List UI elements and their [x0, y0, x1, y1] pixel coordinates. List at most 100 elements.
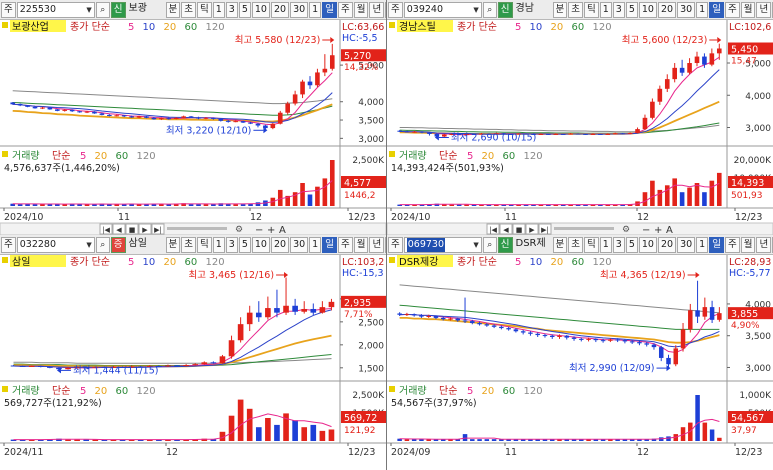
interval-button[interactable]: 1 — [599, 236, 612, 253]
period-button[interactable]: 초 — [568, 1, 583, 18]
zoom-slider[interactable] — [167, 227, 227, 230]
interval-button[interactable]: 30 — [677, 236, 696, 253]
candle-body — [237, 324, 244, 341]
legend-stock-name: DSR제강 — [399, 256, 438, 268]
interval-button[interactable]: 1 — [309, 1, 322, 18]
interval-button[interactable]: 30 — [290, 1, 309, 18]
interval-button[interactable]: 10 — [251, 236, 270, 253]
interval-button[interactable]: 20 — [657, 1, 677, 18]
stock-code-input[interactable]: 069730 ▼ — [403, 236, 482, 253]
y-tick-label: 3,000 — [745, 364, 771, 374]
period-button[interactable]: 초 — [568, 236, 583, 253]
stock-type-select[interactable]: 주 — [388, 1, 403, 18]
period-button[interactable]: 년 — [756, 1, 772, 18]
interval-button[interactable]: 1 — [212, 236, 225, 253]
zoom-slider[interactable] — [554, 227, 614, 230]
period-button[interactable]: 년 — [369, 236, 385, 253]
chevron-down-icon[interactable]: ▼ — [473, 238, 478, 252]
interval-button[interactable]: 20 — [270, 1, 290, 18]
interval-button[interactable]: 3 — [225, 1, 238, 18]
interval-button[interactable]: 3 — [612, 1, 625, 18]
x-tick-label: 12 — [250, 212, 262, 223]
chevron-down-icon[interactable]: ▼ — [473, 3, 478, 17]
chevron-right-icon[interactable]: > — [385, 1, 386, 18]
interval-button[interactable]: 30 — [290, 236, 309, 253]
candle-body — [657, 88, 663, 102]
interval-button[interactable]: 30 — [677, 1, 696, 18]
period-button[interactable]: 월 — [740, 236, 756, 253]
period-button[interactable]: 월 — [740, 1, 756, 18]
candle — [285, 101, 290, 115]
period-button[interactable]: 월 — [353, 1, 369, 18]
period-button[interactable]: 분 — [165, 236, 181, 253]
volume-value-label: 4,576,637주(1,446,20%) — [4, 163, 120, 174]
candle-body — [687, 63, 692, 73]
interval-button[interactable]: 5 — [625, 1, 638, 18]
candle-body — [225, 120, 231, 122]
period-button[interactable]: 초 — [181, 1, 196, 18]
search-icon[interactable]: ⌕ — [482, 236, 497, 253]
candle-body — [568, 133, 573, 135]
interval-button[interactable]: 1 — [212, 1, 225, 18]
high-price-label: 최고 3,465 (12/16) — [189, 270, 275, 281]
period-button[interactable]: 틱 — [197, 236, 212, 253]
interval-button[interactable]: 20 — [270, 236, 290, 253]
search-icon[interactable]: ⌕ — [95, 1, 110, 18]
stock-type-select[interactable]: 주 — [1, 1, 16, 18]
interval-button[interactable]: 5 — [238, 1, 251, 18]
stock-type-select[interactable]: 주 — [388, 236, 403, 253]
period-day-button[interactable]: 일 — [709, 236, 724, 253]
period-button[interactable]: 틱 — [584, 1, 599, 18]
interval-button[interactable]: 5 — [625, 236, 638, 253]
period-button[interactable]: 틱 — [197, 1, 212, 18]
legend-marker — [389, 386, 395, 392]
period-button[interactable]: 분 — [552, 236, 568, 253]
period-button[interactable]: 틱 — [584, 236, 599, 253]
period-button[interactable]: 분 — [552, 1, 568, 18]
period-day-button[interactable]: 일 — [709, 1, 724, 18]
period-button[interactable]: 주 — [337, 236, 353, 253]
volume-legend-ma: 20 — [95, 151, 108, 162]
interval-button[interactable]: 5 — [238, 236, 251, 253]
candle-body — [174, 365, 180, 367]
stock-code-input[interactable]: 032280 ▼ — [16, 236, 95, 253]
period-button[interactable]: 년 — [369, 1, 385, 18]
candle-body — [717, 313, 722, 320]
period-button[interactable]: 주 — [724, 1, 740, 18]
interval-button[interactable]: 1 — [696, 1, 709, 18]
low-price-label: 최저 3,220 (12/10) — [166, 125, 252, 136]
period-day-button[interactable]: 일 — [322, 1, 337, 18]
period-button[interactable]: 분 — [165, 1, 181, 18]
interval-button[interactable]: 1 — [599, 1, 612, 18]
interval-button[interactable]: 10 — [638, 236, 657, 253]
period-button[interactable]: 주 — [337, 1, 353, 18]
legend-ma-period: 60 — [572, 257, 585, 268]
search-icon[interactable]: ⌕ — [95, 236, 110, 253]
y-tick-label: 3,000 — [358, 135, 384, 145]
interval-button[interactable]: 20 — [657, 236, 677, 253]
search-icon[interactable]: ⌕ — [482, 1, 497, 18]
candle-body — [608, 339, 613, 341]
chevron-down-icon[interactable]: ▼ — [86, 238, 91, 252]
chevron-right-icon[interactable]: > — [385, 236, 386, 253]
period-button[interactable]: 주 — [724, 236, 740, 253]
period-button[interactable]: 년 — [756, 236, 772, 253]
period-button[interactable]: 월 — [353, 236, 369, 253]
chart-scrollbar[interactable]: |◀ ◀ ■ ▶ ▶| ⚙ − + A — [0, 222, 386, 235]
interval-button[interactable]: 1 — [309, 236, 322, 253]
interval-button[interactable]: 10 — [638, 1, 657, 18]
stock-code-input[interactable]: 039240 ▼ — [403, 1, 482, 18]
interval-button[interactable]: 10 — [251, 1, 270, 18]
period-day-button[interactable]: 일 — [322, 236, 337, 253]
chart-scrollbar[interactable]: |◀ ◀ ■ ▶ ▶| ⚙ − + A — [387, 222, 773, 235]
stock-type-select[interactable]: 주 — [1, 236, 16, 253]
interval-button[interactable]: 3 — [612, 236, 625, 253]
period-button[interactable]: 초 — [181, 236, 196, 253]
candle-body — [270, 123, 276, 129]
candle-body — [292, 305, 298, 312]
stock-code-input[interactable]: 225530 ▼ — [16, 1, 95, 18]
candle-body — [310, 308, 317, 313]
interval-button[interactable]: 3 — [225, 236, 238, 253]
interval-button[interactable]: 1 — [696, 236, 709, 253]
chevron-down-icon[interactable]: ▼ — [86, 3, 91, 17]
